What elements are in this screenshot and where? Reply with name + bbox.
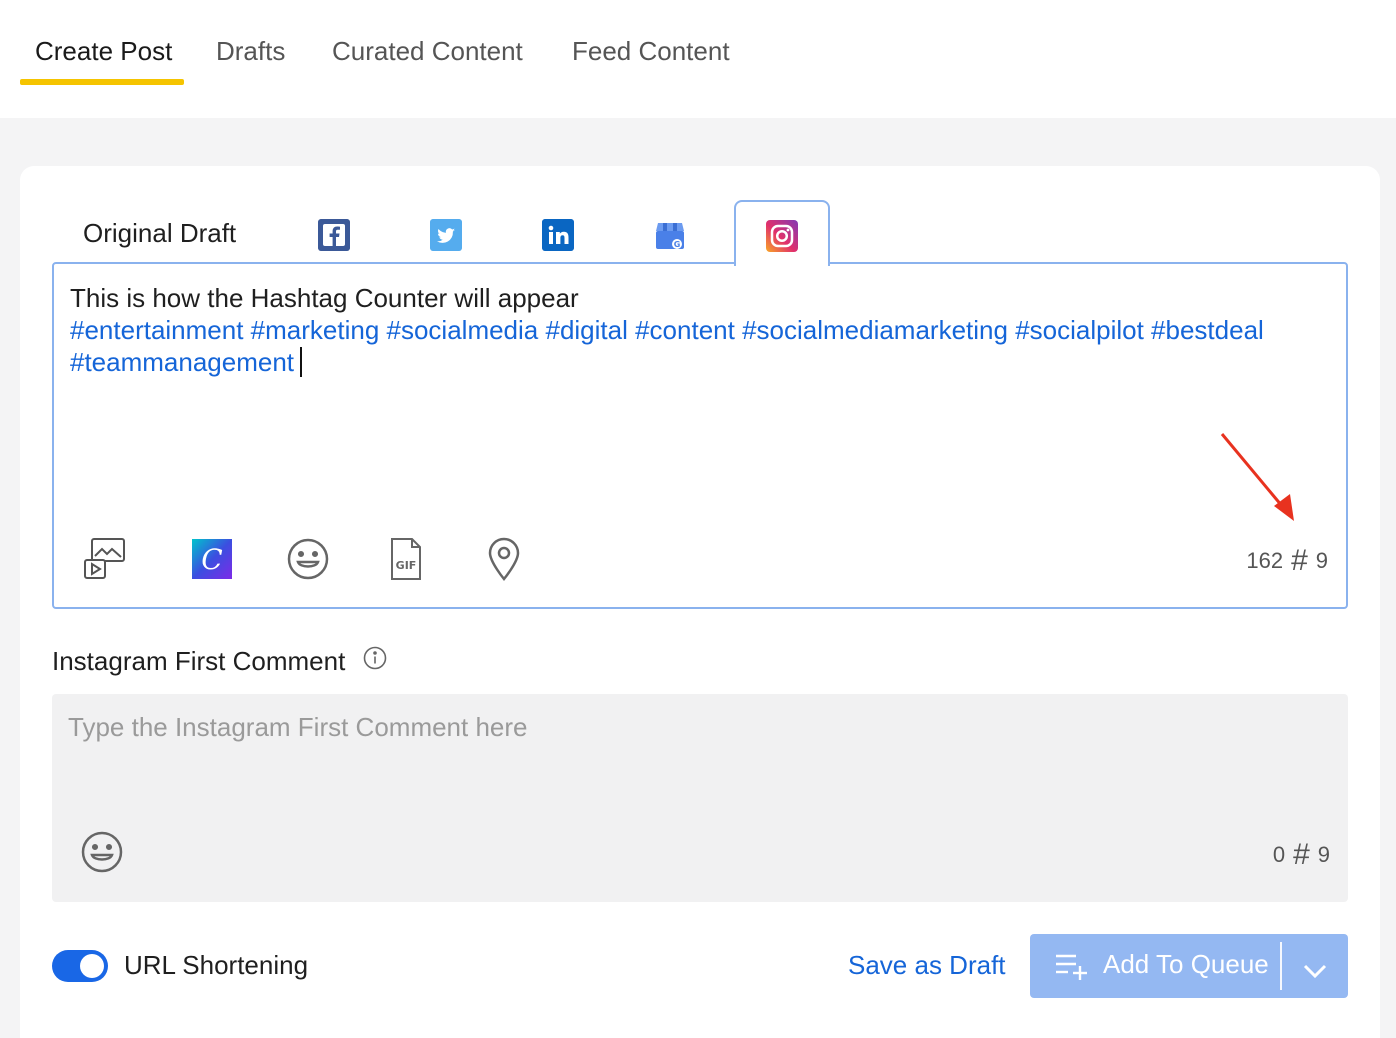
annotation-arrow [1220, 433, 1294, 521]
linkedin-icon[interactable] [542, 219, 574, 251]
svg-text:GIF: GIF [396, 559, 417, 572]
google-business-icon[interactable]: G [654, 219, 686, 251]
tab-instagram[interactable] [734, 200, 830, 266]
save-as-draft-button[interactable]: Save as Draft [848, 950, 1006, 981]
location-pin-icon[interactable] [481, 536, 527, 582]
first-comment-box: 0 # 9 [52, 694, 1348, 902]
post-editor[interactable]: This is how the Hashtag Counter will app… [52, 262, 1348, 609]
instagram-icon [766, 220, 798, 252]
first-comment-counter: 0 # 9 [1273, 838, 1330, 872]
hashtag-icon: # [1291, 544, 1308, 577]
add-to-queue-button[interactable]: Add To Queue [1030, 934, 1348, 998]
char-count: 162 [1246, 548, 1284, 573]
first-comment-input[interactable] [68, 712, 1268, 743]
char-count: 0 [1272, 842, 1286, 867]
twitter-icon[interactable] [430, 219, 462, 251]
facebook-icon[interactable] [318, 219, 350, 251]
media-upload-icon[interactable] [82, 536, 128, 582]
post-hashtags: #entertainment #marketing #socialmedia #… [70, 315, 1264, 377]
svg-text:C: C [201, 543, 222, 576]
tab-drafts[interactable]: Drafts [216, 34, 285, 74]
svg-text:G: G [674, 240, 681, 249]
emoji-icon[interactable] [285, 536, 331, 582]
text-caret [300, 347, 303, 377]
toggle-knob [80, 954, 104, 978]
queue-add-icon [1054, 950, 1090, 989]
tab-curated-content[interactable]: Curated Content [332, 34, 523, 74]
first-comment-label: Instagram First Comment [52, 646, 346, 676]
url-shortening-toggle[interactable] [52, 950, 108, 982]
button-divider [1280, 942, 1282, 990]
canva-icon[interactable]: C [189, 536, 235, 582]
active-tab-indicator [20, 79, 184, 85]
add-to-queue-label: Add To Queue [1103, 949, 1269, 979]
hashtag-count: 9 [1317, 842, 1330, 867]
gif-icon[interactable]: GIF [383, 536, 429, 582]
hashtag-icon: # [1293, 838, 1310, 871]
post-counter: 162 # 9 [1246, 544, 1328, 578]
url-shortening-label: URL Shortening [124, 950, 309, 980]
post-text[interactable]: This is how the Hashtag Counter will app… [70, 282, 1320, 378]
emoji-icon[interactable] [80, 830, 124, 874]
tab-create-post[interactable]: Create Post [35, 34, 172, 74]
tab-original-draft[interactable]: Original Draft [83, 218, 236, 249]
chevron-down-icon[interactable] [1302, 956, 1328, 987]
first-comment-heading: Instagram First Comment [52, 646, 387, 677]
info-icon[interactable] [363, 646, 387, 677]
post-text-line: This is how the Hashtag Counter will app… [70, 283, 579, 313]
hashtag-count: 9 [1315, 548, 1328, 573]
top-nav: Create Post Drafts Curated Content Feed … [0, 0, 1396, 118]
tab-feed-content[interactable]: Feed Content [572, 34, 730, 74]
